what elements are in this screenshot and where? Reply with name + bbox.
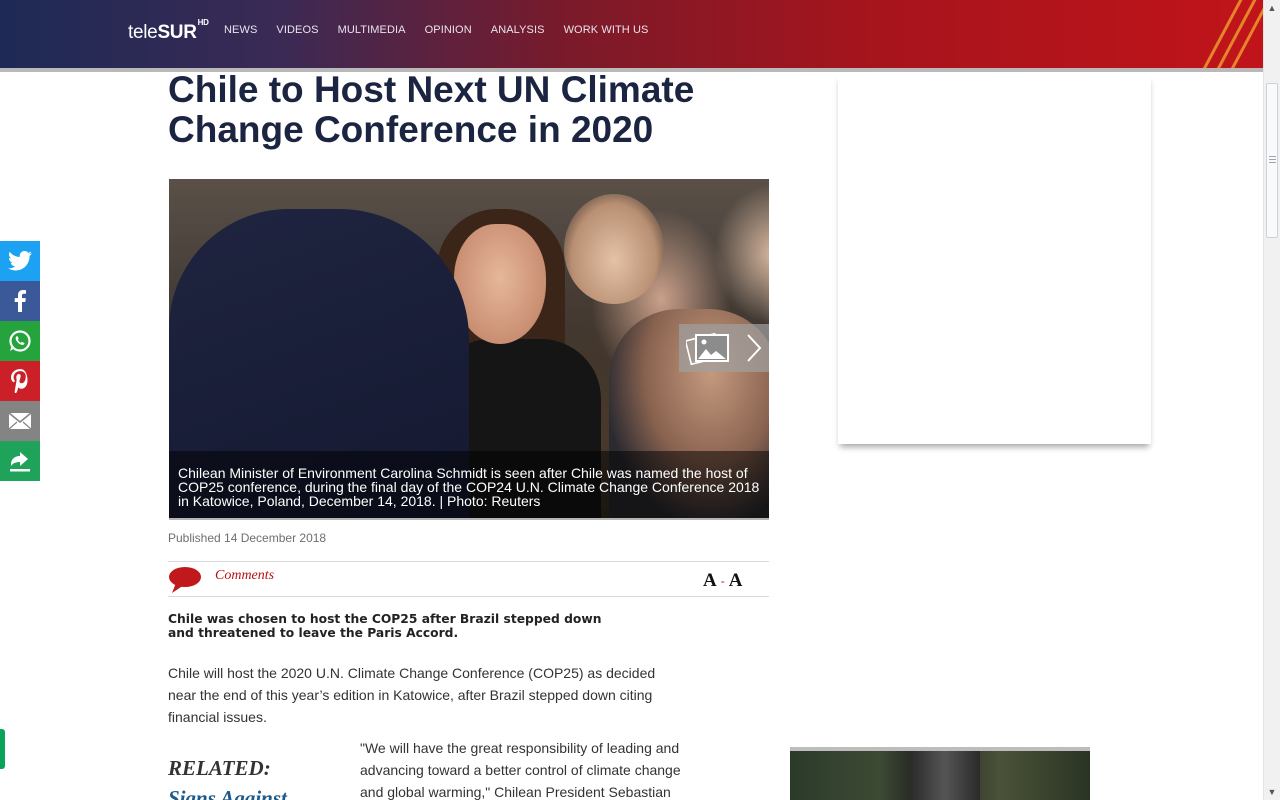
scroll-up-arrow-icon[interactable]: ▲ (1264, 0, 1280, 16)
comments-link[interactable]: Comments (215, 568, 274, 584)
font-decrease-button[interactable]: A (729, 570, 743, 592)
page: teleSURHD NEWS VIDEOS MULTIMEDIA OPINION… (0, 0, 1280, 800)
article-tools: Comments A - A (168, 561, 769, 597)
feedback-tab[interactable] (0, 729, 5, 769)
twitter-icon (8, 251, 32, 271)
article-paragraph: Chile will host the 2020 U.N. Climate Ch… (168, 665, 656, 725)
nav-multimedia[interactable]: MULTIMEDIA (338, 24, 406, 36)
gallery-icon (686, 332, 729, 366)
main-nav: NEWS VIDEOS MULTIMEDIA OPINION ANALYSIS … (224, 24, 648, 36)
nav-work-with-us[interactable]: WORK WITH US (564, 24, 649, 36)
facebook-icon (14, 290, 26, 312)
related-heading: RELATED: (168, 756, 271, 780)
font-size-controls: A - A (703, 570, 742, 592)
logo-badge: HD (197, 17, 209, 27)
published-date: Published 14 December 2018 (168, 531, 327, 545)
scrollbar-thumb[interactable] (1266, 83, 1278, 238)
facebook-share-button[interactable] (0, 281, 40, 321)
image-caption: Chilean Minister of Environment Carolina… (169, 451, 769, 519)
nav-news[interactable]: NEWS (224, 24, 257, 36)
article-lead: Chile was chosen to host the COP25 after… (168, 612, 602, 640)
hero-bottom-border (169, 518, 769, 520)
nav-videos[interactable]: VIDEOS (276, 24, 318, 36)
related-article-link[interactable]: Signs Against (168, 786, 287, 800)
article-quote-paragraph: "We will have the great responsibility o… (360, 740, 681, 800)
site-header: teleSURHD NEWS VIDEOS MULTIMEDIA OPINION… (0, 0, 1263, 68)
logo-bold: SUR (157, 22, 197, 43)
more-share-button[interactable] (0, 441, 40, 481)
whatsapp-icon (9, 330, 31, 352)
nav-analysis[interactable]: ANALYSIS (491, 24, 545, 36)
article-headline: Chile to Host Next UN Climate Change Con… (168, 69, 695, 150)
share-bar (0, 241, 40, 481)
comment-bubble-icon[interactable] (168, 566, 202, 594)
font-size-separator: - (720, 574, 725, 588)
pinterest-share-button[interactable] (0, 361, 40, 401)
telesur-logo[interactable]: teleSURHD (128, 18, 209, 44)
email-icon (8, 412, 32, 430)
gallery-next-button[interactable] (679, 324, 769, 372)
scroll-down-arrow-icon[interactable]: ▼ (1264, 784, 1280, 800)
hero-image[interactable]: Chilean Minister of Environment Carolina… (169, 179, 769, 519)
logo-text: tele (128, 22, 158, 43)
email-share-button[interactable] (0, 401, 40, 441)
ad-slot (838, 74, 1151, 444)
chevron-right-icon (747, 334, 762, 362)
font-increase-button[interactable]: A (703, 570, 717, 592)
share-more-icon (10, 452, 30, 472)
vertical-scrollbar[interactable]: ▲ ▼ (1263, 0, 1280, 800)
whatsapp-share-button[interactable] (0, 321, 40, 361)
twitter-share-button[interactable] (0, 241, 40, 281)
nav-opinion[interactable]: OPINION (425, 24, 472, 36)
pinterest-icon (11, 369, 28, 393)
sidebar-thumbnail[interactable] (790, 747, 1090, 800)
